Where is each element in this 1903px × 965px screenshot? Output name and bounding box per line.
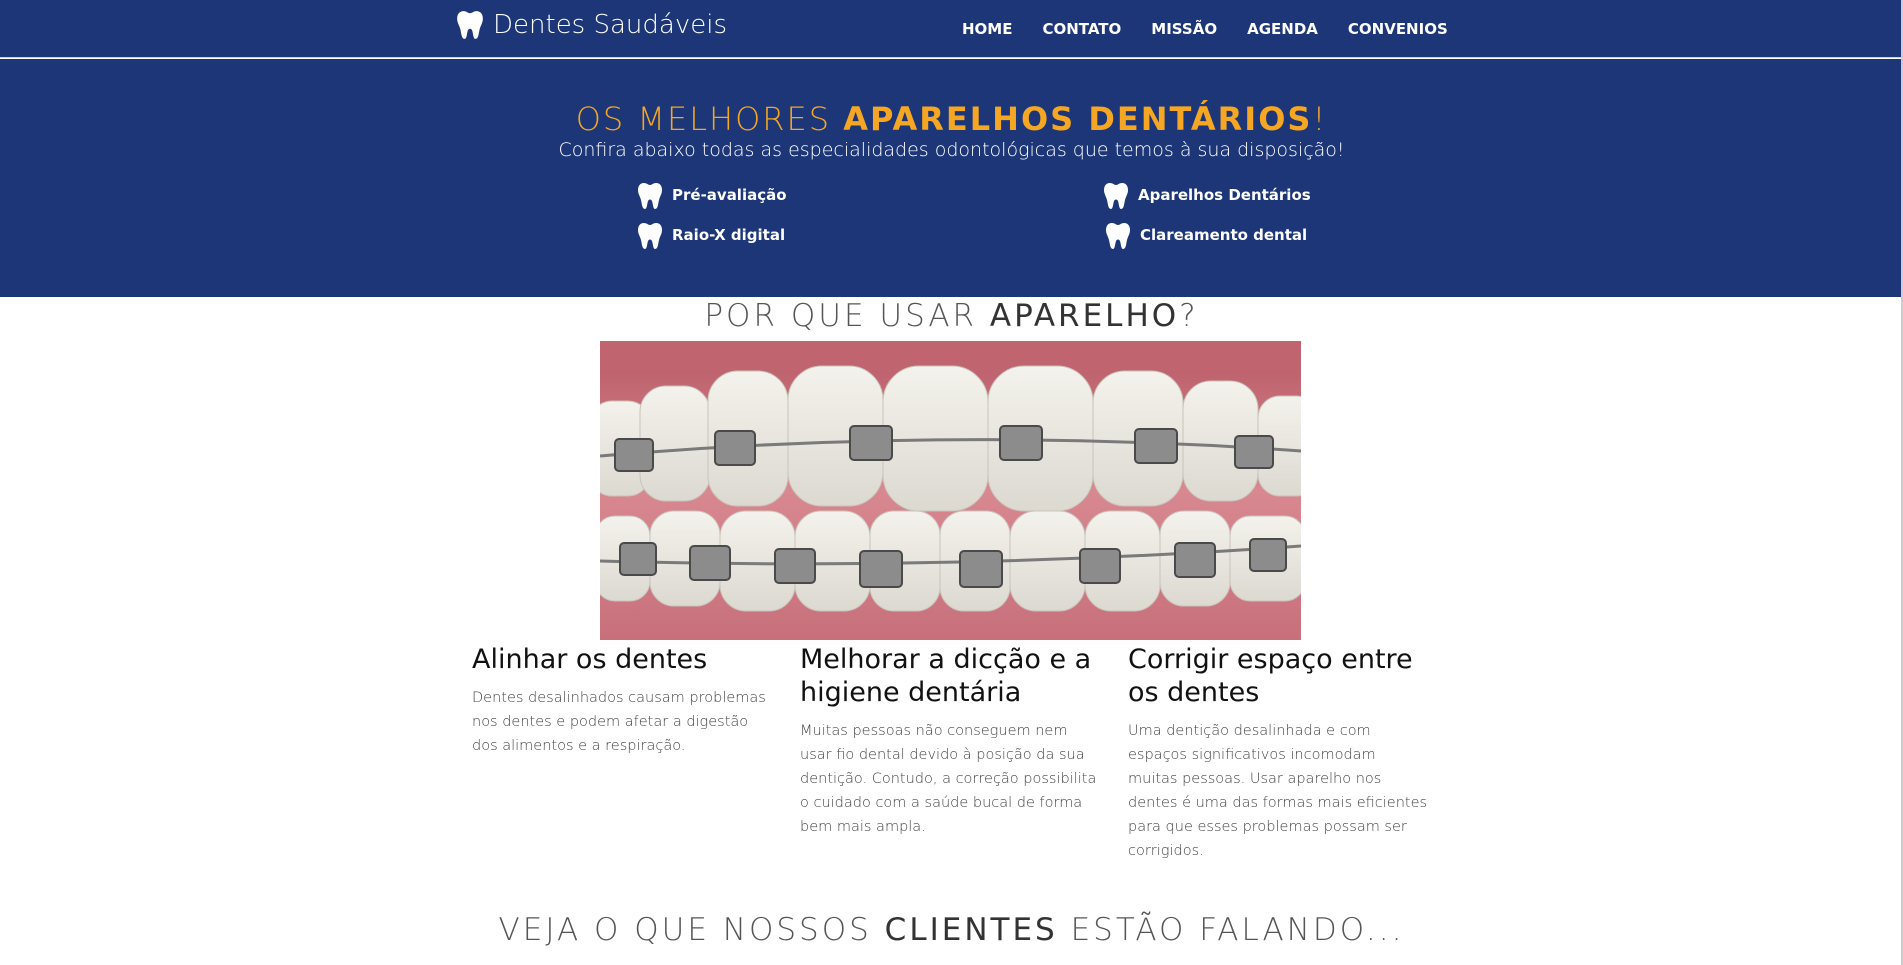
brand-link[interactable]: Dentes Saudáveis <box>457 10 727 40</box>
hero-subtitle: Confira abaixo todas as especialidades o… <box>558 139 1345 161</box>
tooth-icon <box>457 10 483 40</box>
specialty-clareamento: Clareamento dental <box>1106 224 1307 250</box>
hero-title-prefix: OS MELHORES <box>575 100 844 138</box>
why-title-prefix: POR QUE USAR <box>704 298 990 334</box>
column-text: Muitas pessoas não conseguem nem usar fi… <box>800 723 1097 835</box>
specialty-pre-avaliacao: Pré-avaliação <box>638 184 787 210</box>
navbar: Dentes Saudáveis HOME CONTATO MISSÃO AGE… <box>0 0 1903 58</box>
hero-title-suffix: ! <box>1312 100 1328 138</box>
brand-name: Dentes Saudáveis <box>493 10 727 40</box>
specialty-label: Pré-avaliação <box>672 186 787 204</box>
nav-home[interactable]: HOME <box>962 20 1012 38</box>
nav-menu: HOME CONTATO MISSÃO AGENDA CONVENIOS <box>962 20 1448 38</box>
specialty-label: Raio-X digital <box>672 226 786 244</box>
column-text: Uma dentição desalinhada e com espaços s… <box>1128 723 1428 859</box>
hero-title: OS MELHORES APARELHOS DENTÁRIOS! <box>0 100 1903 138</box>
hero-section: OS MELHORES APARELHOS DENTÁRIOS! Confira… <box>0 59 1903 297</box>
column-heading: Corrigir espaço entre os dentes <box>1128 644 1413 708</box>
tooth-icon <box>638 222 662 250</box>
column-heading: Melhorar a dicção e a higiene dentária <box>800 644 1092 708</box>
why-column-diccao: Melhorar a dicção e a higiene dentária M… <box>800 643 1100 839</box>
testimonials-title-prefix: VEJA O QUE NOSSOS <box>498 912 885 948</box>
why-title-suffix: ? <box>1179 298 1199 334</box>
testimonials-title: VEJA O QUE NOSSOS CLIENTES ESTÃO FALANDO… <box>0 912 1903 948</box>
nav-agenda[interactable]: AGENDA <box>1247 20 1318 38</box>
specialty-label: Aparelhos Dentários <box>1138 186 1311 204</box>
nav-missao[interactable]: MISSÃO <box>1151 20 1217 38</box>
specialty-raio-x: Raio-X digital <box>638 224 785 250</box>
column-text: Dentes desalinhados causam problemas nos… <box>472 690 766 754</box>
hero-title-strong: APARELHOS DENTÁRIOS <box>843 100 1313 138</box>
specialty-aparelhos: Aparelhos Dentários <box>1104 184 1311 210</box>
tooth-icon <box>1106 222 1130 250</box>
testimonials-title-strong: CLIENTES <box>884 912 1058 948</box>
why-column-espaco: Corrigir espaço entre os dentes Uma dent… <box>1128 643 1428 863</box>
tooth-icon <box>1104 182 1128 210</box>
why-column-alinhar: Alinhar os dentes Dentes desalinhados ca… <box>472 643 772 758</box>
nav-contato[interactable]: CONTATO <box>1042 20 1121 38</box>
column-heading: Alinhar os dentes <box>472 644 708 675</box>
specialty-label: Clareamento dental <box>1140 226 1308 244</box>
tooth-icon <box>638 182 662 210</box>
why-title: POR QUE USAR APARELHO? <box>0 298 1903 334</box>
testimonials-title-suffix: ESTÃO FALANDO... <box>1057 912 1405 948</box>
nav-convenios[interactable]: CONVENIOS <box>1348 20 1448 38</box>
why-title-strong: APARELHO <box>989 298 1180 334</box>
braces-photo <box>600 341 1301 640</box>
